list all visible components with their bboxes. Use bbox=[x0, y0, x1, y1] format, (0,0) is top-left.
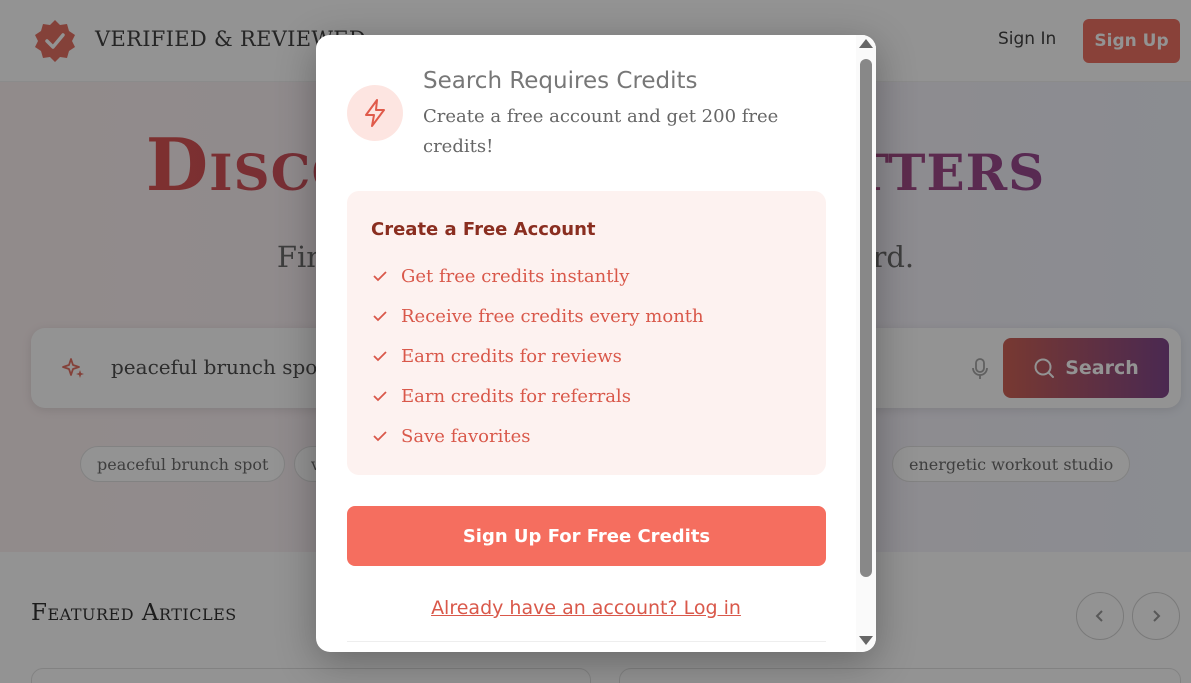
modal-title: Search Requires Credits bbox=[423, 68, 698, 94]
check-icon bbox=[373, 351, 387, 362]
scroll-up-arrow-icon[interactable] bbox=[859, 39, 873, 48]
scrollbar-thumb[interactable] bbox=[860, 59, 872, 577]
scroll-down-arrow-icon[interactable] bbox=[859, 636, 873, 645]
benefit-item: Receive free credits every month bbox=[371, 301, 704, 331]
credits-modal: Search Requires Credits Create a free ac… bbox=[316, 35, 876, 652]
check-icon bbox=[373, 311, 387, 322]
modal-scrollbar[interactable] bbox=[856, 35, 876, 652]
log-in-link[interactable]: Already have an account? Log in bbox=[316, 597, 856, 619]
benefit-item: Earn credits for reviews bbox=[371, 341, 622, 371]
check-icon bbox=[373, 271, 387, 282]
benefit-item: Save favorites bbox=[371, 421, 531, 451]
modal-description: Create a free account and get 200 free c… bbox=[423, 106, 779, 157]
bolt-icon-container bbox=[347, 85, 403, 141]
lightning-bolt-icon bbox=[365, 99, 385, 127]
check-icon bbox=[373, 391, 387, 402]
sign-up-free-credits-button[interactable]: Sign Up For Free Credits bbox=[347, 506, 826, 566]
check-icon bbox=[373, 431, 387, 442]
benefit-label: Save favorites bbox=[401, 425, 531, 447]
modal-divider bbox=[347, 641, 826, 642]
benefit-label: Receive free credits every month bbox=[401, 305, 704, 327]
benefit-item: Earn credits for referrals bbox=[371, 381, 631, 411]
benefits-title: Create a Free Account bbox=[371, 219, 596, 240]
benefit-label: Earn credits for referrals bbox=[401, 385, 631, 407]
benefit-item: Get free credits instantly bbox=[371, 261, 629, 291]
benefit-label: Get free credits instantly bbox=[401, 265, 630, 287]
benefits-panel: Create a Free Account Get free credits i… bbox=[347, 191, 826, 475]
benefit-label: Earn credits for reviews bbox=[401, 345, 622, 367]
